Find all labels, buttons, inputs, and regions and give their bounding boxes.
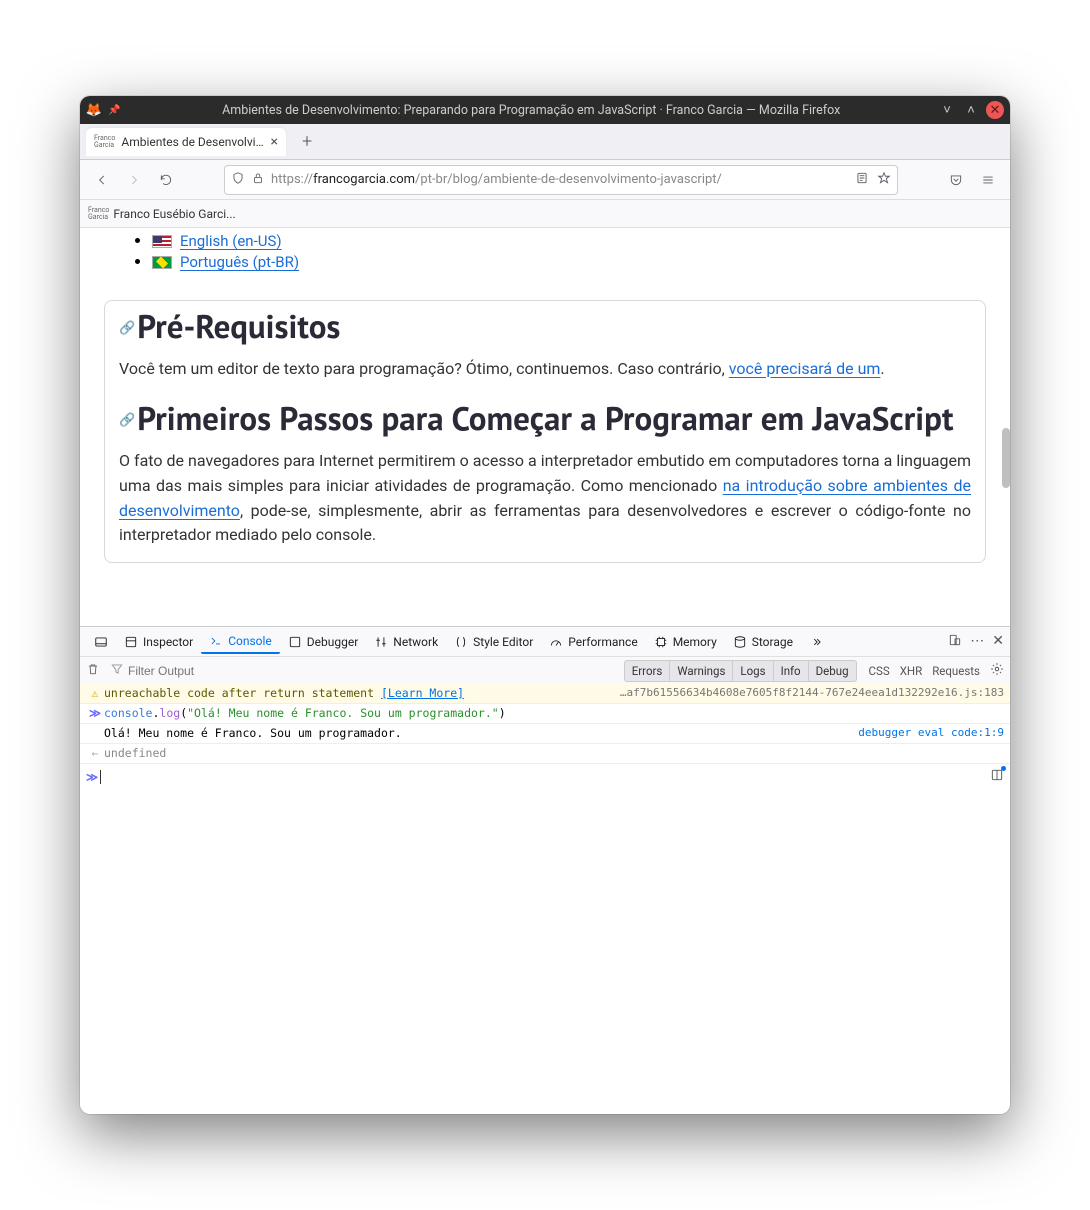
console-settings-icon[interactable]	[990, 662, 1004, 679]
lang-link-pt[interactable]: Português (pt-BR)	[180, 253, 299, 271]
tab-debugger[interactable]: Debugger	[280, 631, 367, 653]
filter-xhr[interactable]: XHR	[900, 664, 923, 678]
console-return-row: ← undefined	[80, 744, 1010, 764]
console-warning-row: ⚠ unreachable code after return statemen…	[80, 684, 1010, 704]
paragraph-2: O fato de navegadores para Internet perm…	[119, 449, 971, 548]
toggle-logs[interactable]: Logs	[732, 660, 773, 682]
filter-input[interactable]	[124, 662, 264, 680]
reload-button[interactable]	[152, 166, 180, 194]
heading-prerequisitos: Pré-Requisitos	[137, 307, 340, 347]
trash-icon[interactable]	[86, 662, 100, 679]
tabs-overflow-icon[interactable]	[801, 631, 831, 653]
window-titlebar: 🦊 📌 Ambientes de Desenvolvimento: Prepar…	[80, 96, 1010, 124]
input-chevron-icon: ≫	[86, 706, 104, 720]
tab-network[interactable]: Network	[366, 631, 446, 653]
bookmarks-bar: FrancoGarcia Franco Eusébio Garci...	[80, 200, 1010, 228]
pocket-icon[interactable]	[942, 166, 970, 194]
devtools-menu-icon[interactable]: ⋯	[970, 633, 984, 651]
firefox-icon: 🦊	[86, 102, 102, 118]
lang-item-en[interactable]: English (en-US)	[152, 230, 986, 251]
filter-requests[interactable]: Requests	[932, 664, 980, 678]
br-flag-icon	[152, 256, 172, 269]
responsive-mode-icon[interactable]	[948, 633, 962, 651]
warning-source-link[interactable]: …af7b61556634b4608e7605f8f2144-767e24eea…	[620, 686, 1004, 699]
pin-icon[interactable]: 📌	[108, 105, 120, 116]
heading-anchor-icon[interactable]: 🔗	[119, 413, 135, 428]
shield-icon[interactable]	[231, 171, 245, 189]
close-button[interactable]: ✕	[986, 101, 1004, 119]
lock-icon[interactable]	[251, 171, 265, 189]
link-precisara[interactable]: você precisará de um	[729, 359, 881, 378]
new-tab-button[interactable]: +	[302, 131, 312, 152]
heading-primeiros-passos: Primeiros Passos para Começar a Programa…	[137, 399, 953, 439]
text-cursor	[100, 770, 101, 784]
tab-style-editor[interactable]: Style Editor	[446, 631, 541, 653]
bookmark-item[interactable]: Franco Eusébio Garci...	[113, 207, 235, 221]
tab-memory[interactable]: Memory	[646, 631, 725, 653]
page-content: English (en-US) Português (pt-BR) 🔗 Pré-…	[80, 228, 1010, 626]
tab-performance[interactable]: Performance	[541, 631, 645, 653]
tab-close-icon[interactable]: ×	[271, 134, 278, 150]
paragraph-1: Você tem um editor de texto para program…	[119, 357, 971, 382]
bookmark-star-icon[interactable]	[877, 171, 891, 189]
console-input-row: ≫ console.log("Olá! Meu nome é Franco. S…	[80, 704, 1010, 724]
reader-mode-icon[interactable]	[855, 171, 869, 189]
forward-button[interactable]	[120, 166, 148, 194]
learn-more-link[interactable]: [Learn More]	[381, 686, 464, 700]
maximize-button[interactable]: ˄	[962, 101, 980, 119]
devtools-toolbar: Inspector Console Debugger Network Style…	[80, 626, 1010, 656]
console-empty-area	[80, 790, 1010, 1114]
app-menu-button[interactable]	[974, 166, 1002, 194]
console-filterbar: Errors Warnings Logs Info Debug CSS XHR …	[80, 656, 1010, 684]
scrollbar-thumb[interactable]	[1002, 428, 1010, 488]
toggle-info[interactable]: Info	[773, 660, 809, 682]
window-title: Ambientes de Desenvolvimento: Preparando…	[124, 103, 938, 118]
console-output-row: Olá! Meu nome é Franco. Sou um programad…	[80, 724, 1010, 744]
toggle-debug[interactable]: Debug	[808, 660, 857, 682]
bookmark-favicon: FrancoGarcia	[88, 207, 109, 221]
back-button[interactable]	[88, 166, 116, 194]
tab-storage[interactable]: Storage	[725, 631, 801, 653]
console-output: ⚠ unreachable code after return statemen…	[80, 684, 1010, 790]
prompt-chevron-icon: ≫	[86, 770, 98, 784]
devtools-dock-icon[interactable]	[86, 631, 116, 653]
log-level-toggles: Errors Warnings Logs Info Debug	[625, 660, 857, 682]
tab-favicon: FrancoGarcia	[94, 135, 115, 149]
filter-icon	[110, 662, 124, 679]
tab-console[interactable]: Console	[201, 630, 280, 654]
article-card: 🔗 Pré-Requisitos Você tem um editor de t…	[104, 300, 986, 563]
toggle-warnings[interactable]: Warnings	[669, 660, 733, 682]
output-source-link[interactable]: debugger eval code:1:9	[858, 726, 1004, 739]
filter-css[interactable]: CSS	[869, 664, 890, 678]
toggle-errors[interactable]: Errors	[624, 660, 671, 682]
lang-link-en[interactable]: English (en-US)	[180, 232, 282, 250]
return-arrow-icon: ←	[86, 746, 104, 760]
warning-icon: ⚠	[86, 686, 104, 700]
lang-item-pt[interactable]: Português (pt-BR)	[152, 251, 986, 272]
heading-anchor-icon[interactable]: 🔗	[119, 321, 135, 336]
tab-title: Ambientes de Desenvolvimen	[121, 135, 264, 149]
browser-tab[interactable]: FrancoGarcia Ambientes de Desenvolvimen …	[86, 128, 286, 156]
console-prompt[interactable]: ≫	[80, 764, 1010, 790]
minimize-button[interactable]: ˅	[938, 101, 956, 119]
tabs-bar: FrancoGarcia Ambientes de Desenvolvimen …	[80, 124, 1010, 160]
tab-inspector[interactable]: Inspector	[116, 631, 201, 653]
split-console-icon[interactable]	[990, 768, 1004, 786]
nav-toolbar: https://francogarcia.com/pt-br/blog/ambi…	[80, 160, 1010, 200]
url-text: https://francogarcia.com/pt-br/blog/ambi…	[271, 172, 849, 187]
url-bar[interactable]: https://francogarcia.com/pt-br/blog/ambi…	[224, 165, 898, 195]
devtools-close-icon[interactable]: ✕	[992, 633, 1004, 651]
us-flag-icon	[152, 235, 172, 248]
